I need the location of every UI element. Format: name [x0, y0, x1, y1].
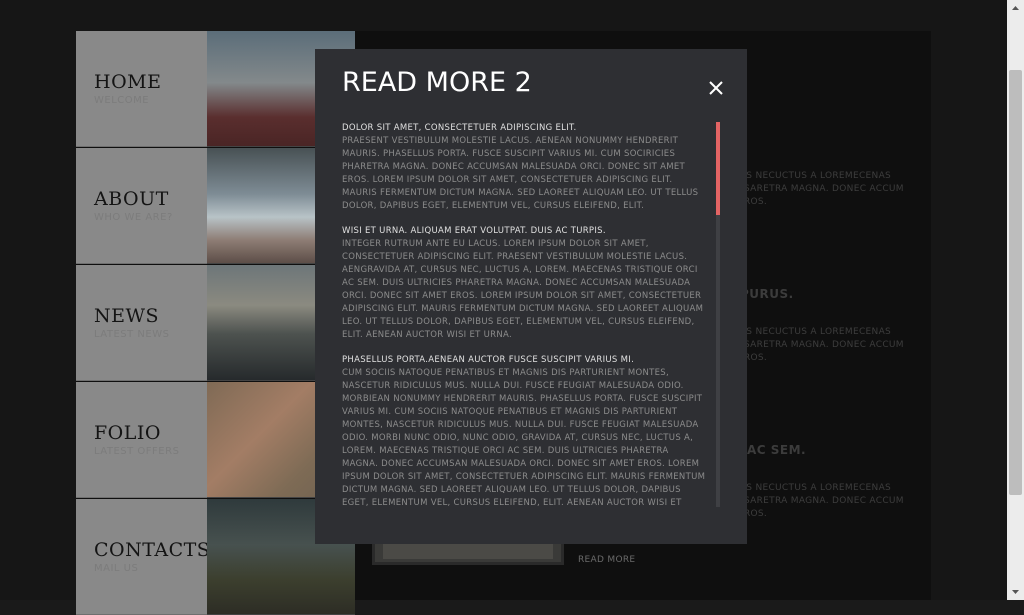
nav-item-folio[interactable]: FOLIO LATEST OFFERS: [76, 382, 355, 498]
modal-paragraph: PHASELLUS PORTA.AENEAN AUCTOR FUSCE SUSC…: [342, 354, 707, 506]
background-text: LIS NECUCTUS A LOREMECENAS ESARETRA MAGN…: [738, 171, 904, 207]
background-heading: AC SEM.: [747, 443, 807, 457]
nav-item-subtitle: WHO WE ARE?: [94, 212, 173, 223]
modal-paragraph: DOLOR SIT AMET, CONSECTETUER ADIPISCING …: [342, 122, 707, 213]
nav-item-about[interactable]: ABOUT WHO WE ARE?: [76, 148, 355, 264]
nav-item-text: ABOUT WHO WE ARE?: [76, 148, 207, 264]
paragraph-text: PRAESENT VESTIBULUM MOLESTIE LACUS. AENE…: [342, 136, 699, 211]
nav-item-title: FOLIO: [94, 422, 161, 444]
read-more-modal: READ MORE 2 DOLOR SIT AMET, CONSECTETUER…: [315, 49, 747, 544]
nav-item-text: FOLIO LATEST OFFERS: [76, 382, 207, 498]
paragraph-heading: PHASELLUS PORTA.AENEAN AUCTOR FUSCE SUSC…: [342, 355, 635, 365]
modal-scrollbar[interactable]: [716, 122, 720, 507]
background-text: LIS NECUCTUS A LOREMECENAS ESARETRA MAGN…: [738, 327, 904, 363]
main-navigation: HOME WELCOME ABOUT WHO WE ARE? NEWS LATE…: [76, 31, 355, 615]
modal-title: READ MORE 2: [342, 67, 532, 98]
background-heading: PURUS.: [740, 287, 794, 301]
paragraph-text: INTEGER RUTRUM ANTE EU LACUS. LOREM IPSU…: [342, 239, 704, 340]
modal-body: DOLOR SIT AMET, CONSECTETUER ADIPISCING …: [342, 122, 707, 506]
nav-item-text: HOME WELCOME: [76, 31, 207, 147]
background-text: LIS NECUCTUS A LOREMECENAS ESARETRA MAGN…: [738, 483, 904, 519]
nav-item-title: ABOUT: [94, 188, 169, 210]
chevron-down-icon[interactable]: [1007, 583, 1024, 600]
nav-item-subtitle: LATEST OFFERS: [94, 446, 180, 457]
paragraph-text: CUM SOCIIS NATOQUE PENATIBUS ET MAGNIS D…: [342, 368, 706, 506]
nav-item-home[interactable]: HOME WELCOME: [76, 31, 355, 147]
nav-item-subtitle: WELCOME: [94, 95, 150, 106]
nav-item-text: CONTACTS MAIL US: [76, 499, 211, 615]
page-scrollbar[interactable]: [1007, 0, 1024, 600]
read-more-link[interactable]: READ MORE: [578, 555, 635, 565]
modal-scroll-thumb[interactable]: [716, 122, 720, 215]
nav-item-title: NEWS: [94, 305, 160, 327]
page-scroll-thumb[interactable]: [1009, 70, 1022, 495]
paragraph-heading: WISI ET URNA. ALIQUAM ERAT VOLUTPAT. DUI…: [342, 226, 606, 236]
chevron-up-icon[interactable]: [1007, 0, 1024, 17]
paragraph-heading: DOLOR SIT AMET, CONSECTETUER ADIPISCING …: [342, 123, 577, 133]
nav-item-news[interactable]: NEWS LATEST NEWS: [76, 265, 355, 381]
nav-item-contacts[interactable]: CONTACTS MAIL US: [76, 499, 355, 615]
close-icon[interactable]: [707, 79, 725, 97]
nav-item-subtitle: LATEST NEWS: [94, 329, 170, 340]
modal-paragraph: WISI ET URNA. ALIQUAM ERAT VOLUTPAT. DUI…: [342, 225, 707, 342]
nav-item-subtitle: MAIL US: [94, 563, 139, 574]
nav-item-title: HOME: [94, 71, 162, 93]
nav-item-text: NEWS LATEST NEWS: [76, 265, 207, 381]
nav-item-title: CONTACTS: [94, 539, 211, 561]
